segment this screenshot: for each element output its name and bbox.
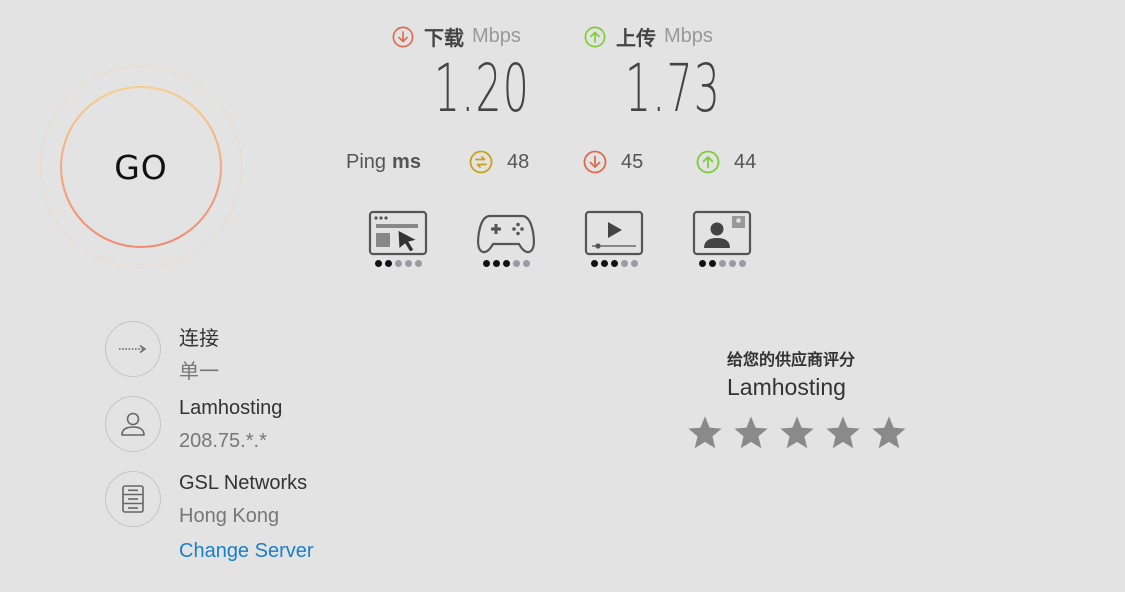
ping-upload: 44 [696,148,756,176]
isp-icon-circle [105,396,161,452]
ping-download-value: 45 [621,150,644,173]
upload-unit: Mbps [664,25,713,47]
rating-dot [502,260,510,267]
download-label: 下载 [424,28,464,50]
user-icon [121,412,145,436]
ping-label: Ping ms [346,148,421,176]
ping-idle-value: 48 [507,150,530,173]
rating-stars [686,414,908,452]
download-speed-value: 1.20 [434,50,531,127]
rating-dot [492,260,500,267]
go-button-label: GO [62,88,220,246]
isp-name: Lamhosting [179,397,283,419]
activity-streaming[interactable] [584,210,644,267]
gaming-rating-dots [482,260,530,267]
rating-dot [708,260,716,267]
upload-label: 上传 [616,28,656,50]
browsing-icon [368,210,428,256]
ping-idle: 48 [469,148,529,176]
rating-dot [404,260,412,267]
connection-value[interactable]: 单一 [179,355,219,384]
upload-latency-icon [696,150,720,174]
rating-dot [698,260,706,267]
ping-title: Ping [346,150,387,173]
rate-provider-name: Lamhosting [727,374,846,400]
video-chat-rating-dots [698,260,746,267]
change-server-link[interactable]: Change Server [179,540,314,563]
rating-dot [728,260,736,267]
star-icon[interactable] [686,414,724,452]
server-location: Hong Kong [179,505,280,527]
streaming-rating-dots [590,260,638,267]
gaming-icon [477,214,535,254]
star-icon[interactable] [778,414,816,452]
rating-dot [600,260,608,267]
download-unit: Mbps [472,25,521,47]
rating-dot [610,260,618,267]
connection-title: 连接 [179,328,219,350]
connection-arrow-icon [119,344,147,354]
rating-dot [718,260,726,267]
activity-browsing[interactable] [368,210,428,267]
rating-dot [590,260,598,267]
rate-provider-title: 给您的供应商评分 [727,352,856,369]
rating-dot [374,260,382,267]
rating-dot [630,260,638,267]
rating-dot [384,260,392,267]
upload-speed-value: 1.73 [625,50,722,127]
video-chat-icon [692,210,752,256]
server-icon [122,485,144,513]
server-name: GSL Networks [179,472,308,494]
star-icon[interactable] [824,414,862,452]
streaming-icon [584,210,644,256]
rating-dot [512,260,520,267]
rating-dot [738,260,746,267]
isp-ip: 208.75.*.* [179,430,267,452]
rating-dot [620,260,628,267]
connection-mode-button[interactable] [105,321,161,377]
star-icon[interactable] [870,414,908,452]
download-header: 下载 Mbps [392,22,521,51]
upload-header: 上传 Mbps [584,22,713,51]
ping-row: Ping ms 48 45 44 [346,148,786,176]
download-latency-icon [583,150,607,174]
go-button[interactable]: GO [60,86,222,248]
activity-gaming[interactable] [476,210,536,267]
rating-dot [522,260,530,267]
activity-video-chat[interactable] [692,210,752,267]
server-icon-circle [105,471,161,527]
upload-arrow-icon [584,26,606,47]
download-arrow-icon [392,26,414,47]
idle-latency-icon [469,150,493,174]
rating-dot [414,260,422,267]
ping-upload-value: 44 [734,150,757,173]
star-icon[interactable] [732,414,770,452]
ping-unit: ms [392,150,421,173]
rating-dot [394,260,402,267]
ping-download: 45 [583,148,643,176]
rating-dot [482,260,490,267]
browsing-rating-dots [374,260,422,267]
speedtest-page: GO 下载 Mbps 1.20 上传 Mbps 1.73 Ping ms 48 … [0,0,1125,592]
